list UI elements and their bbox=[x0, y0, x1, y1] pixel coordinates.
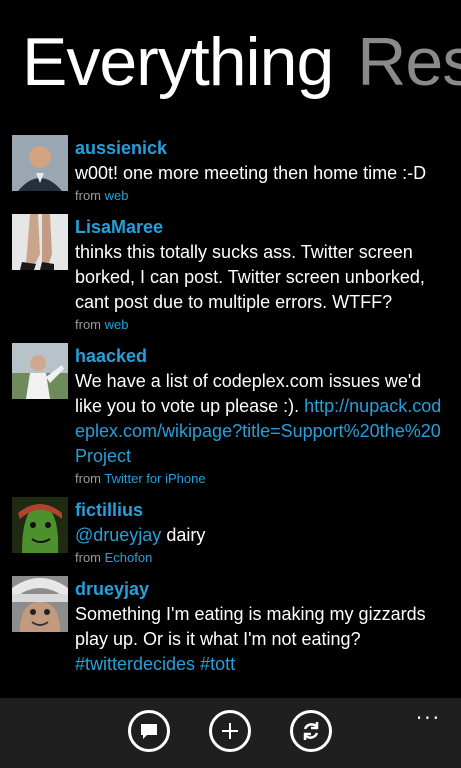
avatar[interactable] bbox=[12, 135, 68, 191]
tweet-username[interactable]: LisaMaree bbox=[75, 214, 461, 240]
pivot-header: Everything Res bbox=[22, 22, 461, 102]
tweet-mention[interactable]: @drueyjay bbox=[75, 525, 161, 545]
tweet-feed[interactable]: aussienick w00t! one more meeting then h… bbox=[0, 135, 461, 700]
tweet-source-link[interactable]: Echofon bbox=[105, 550, 153, 565]
tweet-item[interactable]: aussienick w00t! one more meeting then h… bbox=[0, 135, 461, 206]
pivot-item-next[interactable]: Res bbox=[357, 24, 461, 100]
application-bar: ... bbox=[0, 698, 461, 768]
tweet-item[interactable]: fictillius @drueyjay dairy from Echofon bbox=[0, 497, 461, 568]
avatar[interactable] bbox=[12, 497, 68, 553]
avatar[interactable] bbox=[12, 343, 68, 399]
tweet-source-link[interactable]: web bbox=[105, 317, 129, 332]
tweet-username[interactable]: aussienick bbox=[75, 135, 461, 161]
tweet-source-link[interactable]: Twitter for iPhone bbox=[104, 471, 205, 486]
tweet-source: from web bbox=[75, 317, 129, 332]
add-icon bbox=[222, 723, 238, 739]
refresh-button[interactable] bbox=[290, 710, 332, 752]
tweet-username[interactable]: drueyjay bbox=[75, 576, 461, 602]
refresh-icon bbox=[303, 722, 319, 740]
tweet-text: We have a list of codeplex.com issues we… bbox=[75, 371, 442, 466]
compose-icon bbox=[141, 724, 157, 739]
tweet-source-link[interactable]: web bbox=[105, 188, 129, 203]
avatar[interactable] bbox=[12, 214, 68, 270]
more-options-button[interactable]: ... bbox=[416, 700, 441, 724]
tweet-text: Something I'm eating is making my gizzar… bbox=[75, 604, 426, 674]
tweet-item[interactable]: drueyjay Something I'm eating is making … bbox=[0, 576, 461, 677]
tweet-text: thinks this totally sucks ass. Twitter s… bbox=[75, 242, 425, 312]
tweet-source: from web bbox=[75, 188, 129, 203]
tweet-username[interactable]: haacked bbox=[75, 343, 461, 369]
tweet-hashtags[interactable]: #twitterdecides #tott bbox=[75, 654, 235, 674]
compose-button[interactable] bbox=[128, 710, 170, 752]
add-button[interactable] bbox=[209, 710, 251, 752]
tweet-source: from Twitter for iPhone bbox=[75, 471, 206, 486]
tweet-username[interactable]: fictillius bbox=[75, 497, 461, 523]
tweet-text: @drueyjay dairy bbox=[75, 525, 206, 545]
tweet-item[interactable]: LisaMaree thinks this totally sucks ass.… bbox=[0, 214, 461, 335]
pivot-item-everything[interactable]: Everything bbox=[22, 24, 334, 100]
tweet-source: from Echofon bbox=[75, 550, 153, 565]
tweet-text: w00t! one more meeting then home time :-… bbox=[75, 163, 427, 183]
avatar[interactable] bbox=[12, 576, 68, 632]
tweet-item[interactable]: haacked We have a list of codeplex.com i… bbox=[0, 343, 461, 489]
